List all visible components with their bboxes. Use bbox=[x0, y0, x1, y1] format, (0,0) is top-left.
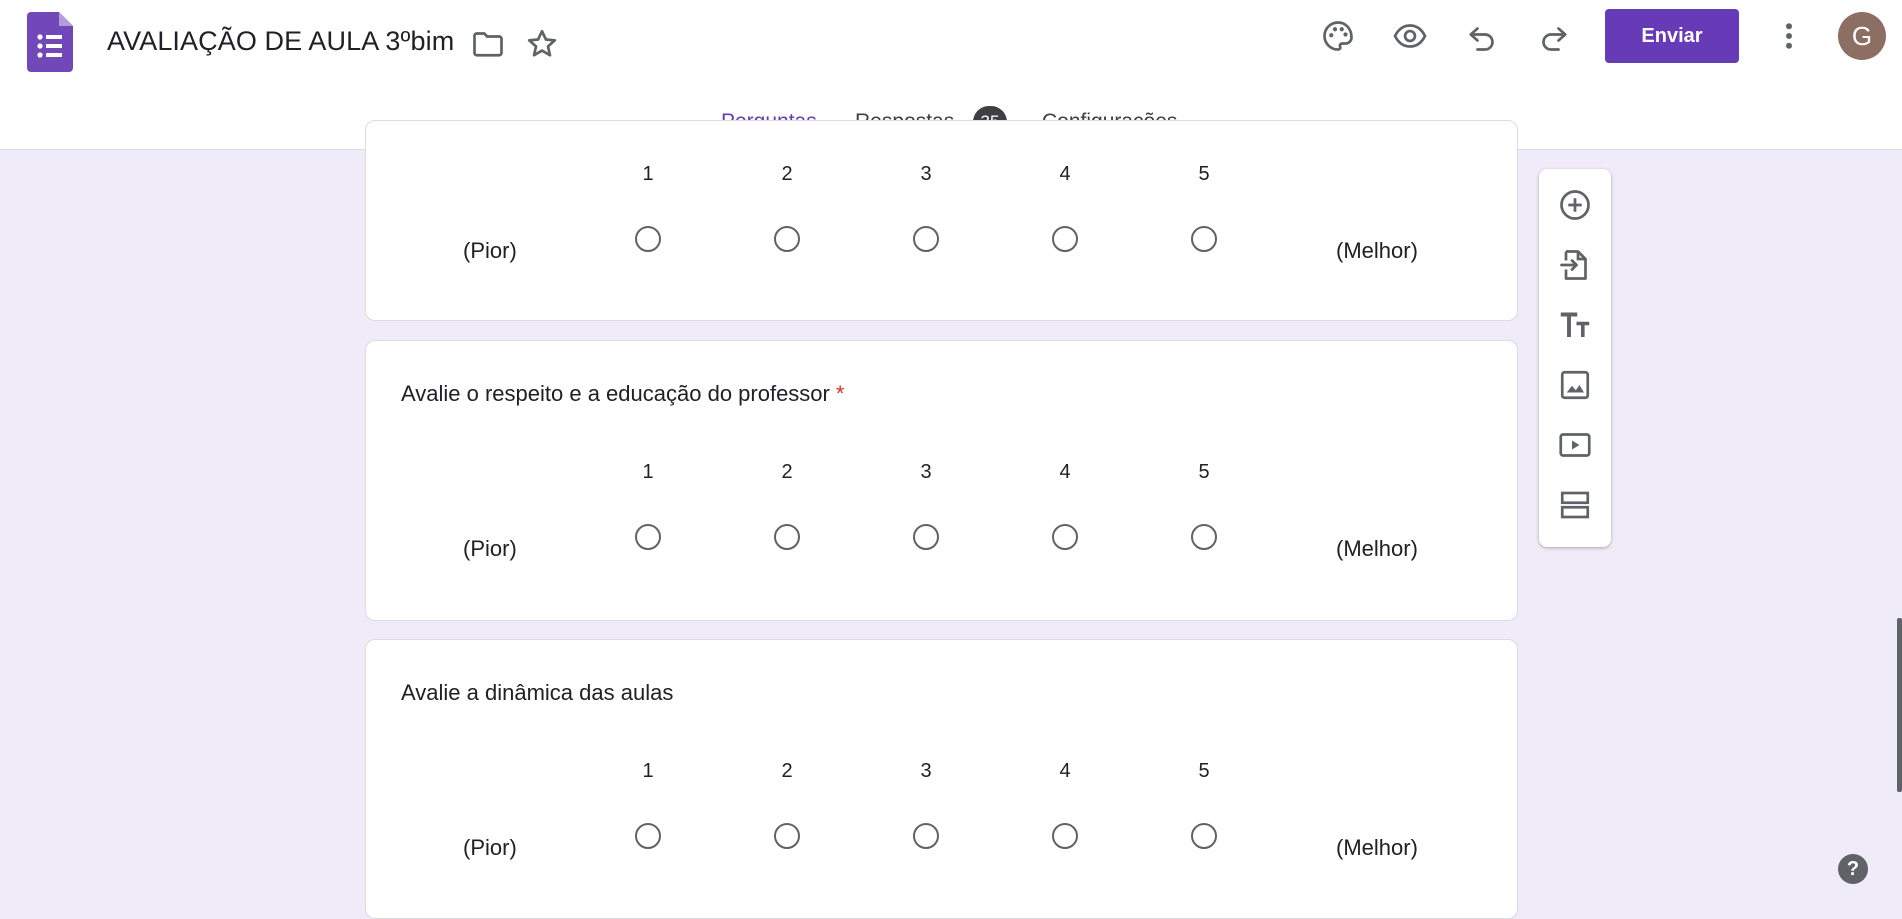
scale-radio-4[interactable] bbox=[1052, 226, 1078, 252]
add-question-icon[interactable] bbox=[1557, 187, 1593, 223]
send-button[interactable]: Enviar bbox=[1605, 9, 1739, 63]
scale-low-label: (Pior) bbox=[463, 536, 517, 561]
scale-high-label: (Melhor) bbox=[1336, 835, 1418, 860]
scale-radio-5[interactable] bbox=[1191, 823, 1217, 849]
add-video-icon[interactable] bbox=[1557, 427, 1593, 463]
scale-number: 3 bbox=[920, 163, 932, 185]
scale-radio-1[interactable] bbox=[635, 226, 661, 252]
scale-number: 2 bbox=[781, 461, 793, 483]
scale-radio-2[interactable] bbox=[774, 226, 800, 252]
scale-radio-1[interactable] bbox=[635, 524, 661, 550]
star-icon[interactable] bbox=[524, 26, 560, 62]
scale-radio-2[interactable] bbox=[774, 524, 800, 550]
required-asterisk: * bbox=[835, 381, 845, 406]
scale-number: 4 bbox=[1059, 163, 1071, 185]
scale-number: 4 bbox=[1059, 461, 1071, 483]
scale-low-label: (Pior) bbox=[463, 238, 517, 263]
scale-number: 5 bbox=[1198, 461, 1210, 483]
question-card[interactable]: Avalie a dinâmica das aulas 1 2 3 4 5 (P… bbox=[365, 639, 1518, 919]
floating-toolbar bbox=[1539, 169, 1611, 547]
palette-icon[interactable] bbox=[1320, 18, 1356, 54]
question-card[interactable]: 1 2 3 4 5 (Pior) (Melhor) bbox=[365, 120, 1518, 321]
redo-icon[interactable] bbox=[1536, 18, 1572, 54]
scale-number: 5 bbox=[1198, 163, 1210, 185]
avatar[interactable]: G bbox=[1838, 12, 1886, 60]
scale-high-label: (Melhor) bbox=[1336, 238, 1418, 263]
scale-number: 2 bbox=[781, 163, 793, 185]
form-title[interactable]: AVALIAÇÃO DE AULA 3ºbim bbox=[107, 26, 454, 57]
more-vert-icon[interactable] bbox=[1771, 18, 1807, 54]
question-title-text: Avalie o respeito e a educação do profes… bbox=[401, 381, 830, 406]
scale-radio-5[interactable] bbox=[1191, 226, 1217, 252]
scale-number: 4 bbox=[1059, 760, 1071, 782]
undo-icon[interactable] bbox=[1464, 18, 1500, 54]
preview-eye-icon[interactable] bbox=[1392, 18, 1428, 54]
scale-radio-4[interactable] bbox=[1052, 823, 1078, 849]
scale-low-label: (Pior) bbox=[463, 835, 517, 860]
scale-radio-5[interactable] bbox=[1191, 524, 1217, 550]
scale-radio-4[interactable] bbox=[1052, 524, 1078, 550]
scale-number: 3 bbox=[920, 760, 932, 782]
scale-high-label: (Melhor) bbox=[1336, 536, 1418, 561]
page-scrollbar[interactable] bbox=[1897, 618, 1902, 792]
import-questions-icon[interactable] bbox=[1557, 247, 1593, 283]
scale-radio-3[interactable] bbox=[913, 524, 939, 550]
scale-number: 1 bbox=[642, 163, 654, 185]
help-button[interactable]: ? bbox=[1838, 854, 1868, 884]
add-section-icon[interactable] bbox=[1557, 487, 1593, 523]
question-card[interactable]: Avalie o respeito e a educação do profes… bbox=[365, 340, 1518, 621]
scale-number: 1 bbox=[642, 760, 654, 782]
scale-radio-2[interactable] bbox=[774, 823, 800, 849]
scale-number: 1 bbox=[642, 461, 654, 483]
scale-radio-1[interactable] bbox=[635, 823, 661, 849]
folder-icon[interactable] bbox=[470, 26, 506, 62]
scale-number: 2 bbox=[781, 760, 793, 782]
add-image-icon[interactable] bbox=[1557, 367, 1593, 403]
question-title: Avalie a dinâmica das aulas bbox=[401, 680, 674, 705]
question-title: Avalie o respeito e a educação do profes… bbox=[401, 381, 844, 407]
scale-radio-3[interactable] bbox=[913, 226, 939, 252]
forms-logo-icon[interactable] bbox=[27, 12, 73, 72]
scale-number: 3 bbox=[920, 461, 932, 483]
scale-radio-3[interactable] bbox=[913, 823, 939, 849]
scale-number: 5 bbox=[1198, 760, 1210, 782]
add-title-icon[interactable] bbox=[1557, 307, 1593, 343]
